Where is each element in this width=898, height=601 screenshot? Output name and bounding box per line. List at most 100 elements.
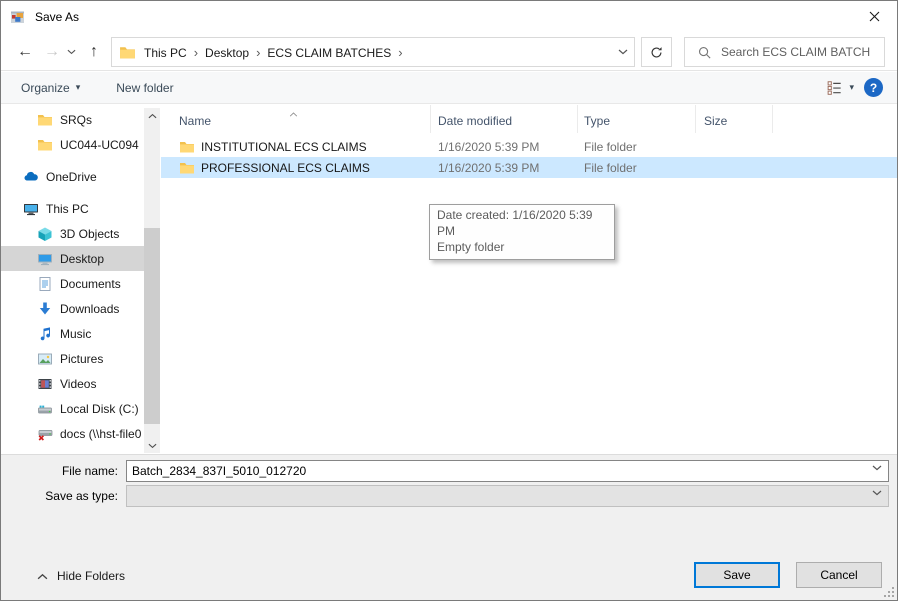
- title-bar: Save As: [1, 1, 897, 33]
- sidebar-item-this-pc[interactable]: This PC: [1, 196, 144, 221]
- navigation-pane: SRQs UC044-UC094 OneDrive This PC 3D Objects…: [1, 105, 144, 456]
- up-arrow-icon[interactable]: ↑: [81, 37, 107, 67]
- forward-arrow-icon[interactable]: →: [39, 37, 65, 67]
- sidebar-item-local-disk-c[interactable]: Local Disk (C:): [1, 396, 144, 421]
- column-header-size[interactable]: Size: [696, 105, 773, 133]
- chevron-down-icon[interactable]: [872, 490, 882, 496]
- sidebar-item-documents[interactable]: Documents: [1, 271, 144, 296]
- sidebar-item-label: Pictures: [60, 352, 103, 366]
- back-arrow-icon[interactable]: ←: [11, 37, 39, 67]
- search-input[interactable]: [721, 45, 871, 59]
- file-rows: INSTITUTIONAL ECS CLAIMS1/16/2020 5:39 P…: [161, 136, 897, 178]
- sidebar-item-label: UC044-UC094: [60, 138, 139, 152]
- sidebar-item-videos[interactable]: Videos: [1, 371, 144, 396]
- file-row-name: PROFESSIONAL ECS CLAIMS: [201, 161, 370, 175]
- sidebar-scrollbar[interactable]: [144, 108, 160, 453]
- save-as-dialog: Save As ← → ↑ This PC›Desktop›ECS CLAIM …: [0, 0, 898, 601]
- breadcrumb-item[interactable]: Desktop: [201, 46, 253, 60]
- folder-icon: [179, 160, 195, 176]
- desktop-icon: [37, 251, 53, 267]
- sidebar-item-label: docs (\\hst-file0: [60, 427, 141, 441]
- organize-label: Organize: [21, 81, 70, 95]
- scroll-up-icon[interactable]: [144, 108, 160, 123]
- scrollbar-thumb[interactable]: [144, 228, 160, 424]
- save-button[interactable]: Save: [694, 562, 780, 588]
- sidebar-item-onedrive[interactable]: OneDrive: [1, 164, 144, 189]
- new-folder-button[interactable]: New folder: [116, 81, 173, 95]
- video-film-icon: [37, 376, 53, 392]
- address-dropdown-chevron-icon[interactable]: [612, 49, 634, 55]
- cube-icon: [37, 226, 53, 242]
- music-note-icon: [37, 326, 53, 342]
- chevron-up-icon: [37, 573, 48, 580]
- file-row-date-modified: 1/16/2020 5:39 PM: [431, 161, 578, 175]
- breadcrumb-item[interactable]: ECS CLAIM BATCHES: [263, 46, 395, 60]
- file-row-type: File folder: [578, 140, 696, 154]
- folder-icon: [179, 139, 195, 155]
- sidebar-item-music[interactable]: Music: [1, 321, 144, 346]
- sidebar-item-label: Desktop: [60, 252, 104, 266]
- change-view-button[interactable]: ▾: [826, 79, 854, 96]
- column-header-name[interactable]: Name: [161, 105, 431, 133]
- breadcrumb-chevron-icon[interactable]: ›: [395, 45, 405, 60]
- scroll-down-icon[interactable]: [144, 438, 160, 453]
- file-row-institutional-ecs-claims[interactable]: INSTITUTIONAL ECS CLAIMS1/16/2020 5:39 P…: [161, 136, 897, 157]
- disk-drive-icon: [37, 401, 53, 417]
- download-arrow-icon: [37, 301, 53, 317]
- chevron-down-icon[interactable]: [872, 465, 882, 471]
- file-name-label: File name:: [1, 464, 126, 478]
- file-row-date-modified: 1/16/2020 5:39 PM: [431, 140, 578, 154]
- breadcrumb: This PC›Desktop›ECS CLAIM BATCHES›: [140, 45, 406, 60]
- breadcrumb-chevron-icon[interactable]: ›: [253, 45, 263, 60]
- hide-folders-button[interactable]: Hide Folders: [37, 569, 125, 583]
- content-area: SRQs UC044-UC094 OneDrive This PC 3D Objects…: [1, 105, 897, 456]
- command-bar: Organize ▾ New folder ▾ ?: [1, 72, 897, 104]
- breadcrumb-item[interactable]: This PC: [140, 46, 191, 60]
- save-as-type-select[interactable]: [126, 485, 889, 507]
- sort-ascending-icon: [289, 106, 298, 120]
- chevron-down-icon: ▾: [76, 82, 81, 93]
- network-drive-error-icon: [37, 426, 53, 442]
- refresh-icon[interactable]: [641, 37, 672, 67]
- sidebar-item-srqs[interactable]: SRQs: [1, 107, 144, 132]
- close-icon[interactable]: [852, 1, 897, 31]
- file-name-input[interactable]: Batch_2834_837I_5010_012720: [126, 460, 889, 482]
- sidebar-item-3d-objects[interactable]: 3D Objects: [1, 221, 144, 246]
- file-row-professional-ecs-claims[interactable]: PROFESSIONAL ECS CLAIMS 1/16/2020 5:39 PM…: [161, 157, 897, 178]
- folder-icon: [37, 137, 53, 153]
- navigation-bar: ← → ↑ This PC›Desktop›ECS CLAIM BATCHES›: [1, 33, 897, 71]
- folder-icon: [119, 44, 136, 61]
- chevron-down-icon: ▾: [849, 82, 854, 93]
- hide-folders-label: Hide Folders: [57, 569, 125, 583]
- file-row-type: File folder: [578, 161, 696, 175]
- file-list: NameDate modifiedTypeSize INSTITUTIONAL …: [161, 105, 897, 456]
- sidebar-item-pictures[interactable]: Pictures: [1, 346, 144, 371]
- resize-grip[interactable]: [884, 587, 894, 597]
- sidebar-item-downloads[interactable]: Downloads: [1, 296, 144, 321]
- footer-panel: File name: Batch_2834_837I_5010_012720 S…: [1, 454, 897, 600]
- sidebar-item-docs-hst-file0[interactable]: docs (\\hst-file0: [1, 421, 144, 446]
- sidebar-item-uc044-uc094[interactable]: UC044-UC094: [1, 132, 144, 157]
- address-bar[interactable]: This PC›Desktop›ECS CLAIM BATCHES›: [111, 37, 635, 67]
- history-chevron-icon[interactable]: [63, 37, 79, 67]
- sidebar-item-label: SRQs: [60, 113, 92, 127]
- sidebar-item-label: Local Disk (C:): [60, 402, 139, 416]
- sidebar-item-label: OneDrive: [46, 170, 97, 184]
- sidebar-item-label: Documents: [60, 277, 121, 291]
- document-icon: [37, 276, 53, 292]
- organize-button[interactable]: Organize ▾: [21, 81, 80, 95]
- app-window-icon: [10, 9, 26, 25]
- picture-icon: [37, 351, 53, 367]
- column-header-date-modified[interactable]: Date modified: [431, 105, 578, 133]
- help-icon[interactable]: ?: [864, 78, 883, 97]
- column-headers: NameDate modifiedTypeSize: [161, 105, 897, 133]
- sidebar-item-desktop[interactable]: Desktop: [1, 246, 144, 271]
- new-folder-label: New folder: [116, 81, 173, 95]
- save-as-type-label: Save as type:: [1, 489, 126, 503]
- breadcrumb-chevron-icon[interactable]: ›: [191, 45, 201, 60]
- sidebar-item-label: 3D Objects: [60, 227, 119, 241]
- file-name-value: Batch_2834_837I_5010_012720: [127, 464, 306, 478]
- search-box[interactable]: [684, 37, 885, 67]
- cancel-button[interactable]: Cancel: [796, 562, 882, 588]
- column-header-type[interactable]: Type: [578, 105, 696, 133]
